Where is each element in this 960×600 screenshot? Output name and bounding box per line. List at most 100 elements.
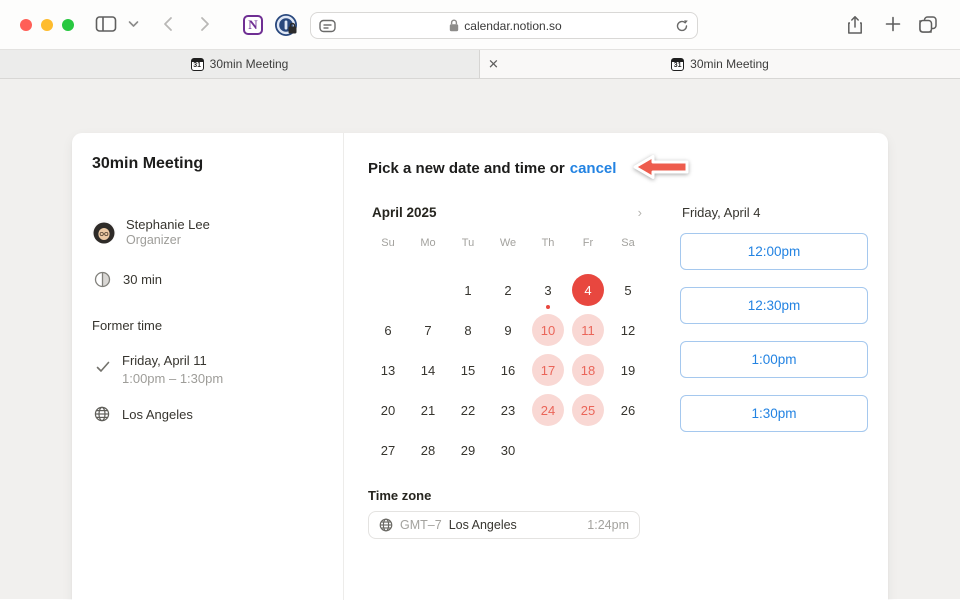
timezone-city: Los Angeles [449,518,517,532]
calendar-day-9[interactable]: 9 [488,310,528,350]
calendar-day-27[interactable]: 27 [368,430,408,470]
calendar-day-24[interactable]: 24 [528,390,568,430]
notion-extension-icon[interactable]: N [243,15,263,35]
onepassword-extension-icon[interactable] [275,14,297,36]
calendar-day-29[interactable]: 29 [448,430,488,470]
sidebar-icon [95,15,117,33]
calendar-empty-cell [368,270,408,310]
weekday-label: Mo [408,230,448,256]
forward-button[interactable] [200,16,210,32]
calendar-day-22[interactable]: 22 [448,390,488,430]
slot-list: 12:00pm 12:30pm 1:00pm 1:30pm [680,233,868,432]
calendar-day-20[interactable]: 20 [368,390,408,430]
calendar-empty-cell [408,270,448,310]
scheduler-panel: Pick a new date and time or cancel April… [344,133,888,600]
weekday-label: We [488,230,528,256]
former-time-text: Friday, April 11 1:00pm – 1:30pm [122,353,223,386]
calendar-empty-cell [568,430,608,470]
chevron-down-icon [128,20,139,28]
calendar-day-13[interactable]: 13 [368,350,408,390]
reload-icon [675,19,689,33]
next-month-button[interactable]: › [638,205,642,220]
organizer-text: Stephanie Lee Organizer [126,217,210,247]
calendar-day-15[interactable]: 15 [448,350,488,390]
sidebar-toggle-button[interactable] [95,15,117,33]
location-row: Los Angeles [92,406,323,422]
tab-overview-icon [918,15,938,34]
tab-label: 30min Meeting [210,57,289,71]
calendar-day-1[interactable]: 1 [448,270,488,310]
minimize-window-button[interactable] [41,19,53,31]
browser-toolbar: N calendar.notion.so [0,0,960,50]
time-slot-button-12:00pm[interactable]: 12:00pm [680,233,868,270]
calendar-day-21[interactable]: 21 [408,390,448,430]
page-settings-icon [319,19,336,33]
chevron-right-icon [200,16,210,32]
calendar-day-25[interactable]: 25 [568,390,608,430]
share-button[interactable] [846,15,864,35]
scheduler-heading-row: Pick a new date and time or cancel [368,155,868,181]
plus-icon [885,16,901,32]
duration-icon [94,271,111,288]
calendar-empty-cell [528,430,568,470]
time-slot-button-12:30pm[interactable]: 12:30pm [680,287,868,324]
timezone-current-time: 1:24pm [587,518,629,532]
calendar-day-14[interactable]: 14 [408,350,448,390]
duration-row: 30 min [92,271,323,288]
calendar-grid: SuMoTuWeThFrSa12345678910111213141516171… [368,230,648,470]
tab-label: 30min Meeting [690,57,769,71]
cancel-link[interactable]: cancel [570,160,617,177]
former-time-label: Former time [92,318,323,333]
url-display: calendar.notion.so [336,19,675,33]
booking-card: 30min Meeting [72,133,888,600]
location-value: Los Angeles [122,407,193,422]
calendar-day-3[interactable]: 3 [528,270,568,310]
reload-button[interactable] [675,19,689,33]
calendar-day-28[interactable]: 28 [408,430,448,470]
calendar-day-8[interactable]: 8 [448,310,488,350]
zoom-window-button[interactable] [62,19,74,31]
calendar-day-12[interactable]: 12 [608,310,648,350]
calendar-day-23[interactable]: 23 [488,390,528,430]
calendar-day-26[interactable]: 26 [608,390,648,430]
calendar-day-10[interactable]: 10 [528,310,568,350]
calendar-day-6[interactable]: 6 [368,310,408,350]
chevron-left-icon [163,16,173,32]
notion-calendar-favicon: 31 [671,58,684,71]
calendar-day-18[interactable]: 18 [568,350,608,390]
share-icon [846,15,864,35]
back-button[interactable] [163,16,173,32]
tab-overview-button[interactable] [918,15,938,34]
lock-icon [449,19,459,32]
calendar-day-17[interactable]: 17 [528,350,568,390]
sidebar-menu-button[interactable] [128,20,139,28]
weekday-label: Tu [448,230,488,256]
meeting-info-panel: 30min Meeting [72,133,344,600]
calendar-day-16[interactable]: 16 [488,350,528,390]
tab-bar: 31 30min Meeting ✕ 31 30min Meeting [0,50,960,79]
timezone-selector[interactable]: GMT–7 Los Angeles 1:24pm [368,511,640,539]
selected-date-label: Friday, April 4 [680,205,868,220]
time-slot-button-1:00pm[interactable]: 1:00pm [680,341,868,378]
annotation-arrow-icon [632,153,690,181]
close-tab-button[interactable]: ✕ [488,58,499,71]
weekday-label: Su [368,230,408,256]
tab-30min-meeting-1[interactable]: 31 30min Meeting [0,50,480,78]
calendar-day-5[interactable]: 5 [608,270,648,310]
former-time-row: Friday, April 11 1:00pm – 1:30pm [92,353,323,386]
time-slot-button-1:30pm[interactable]: 1:30pm [680,395,868,432]
calendar-day-30[interactable]: 30 [488,430,528,470]
calendar-day-11[interactable]: 11 [568,310,608,350]
calendar-day-4[interactable]: 4 [568,270,608,310]
organizer-avatar [92,220,116,244]
new-tab-button[interactable] [885,16,901,32]
globe-icon [94,406,110,422]
calendar-day-7[interactable]: 7 [408,310,448,350]
tab-30min-meeting-2[interactable]: ✕ 31 30min Meeting [480,50,960,78]
calendar-day-2[interactable]: 2 [488,270,528,310]
timezone-label: Time zone [368,488,648,503]
address-bar[interactable]: calendar.notion.so [310,12,698,39]
calendar-day-19[interactable]: 19 [608,350,648,390]
scheduler-content: April 2025 › SuMoTuWeThFrSa1234567891011… [368,205,868,539]
close-window-button[interactable] [20,19,32,31]
